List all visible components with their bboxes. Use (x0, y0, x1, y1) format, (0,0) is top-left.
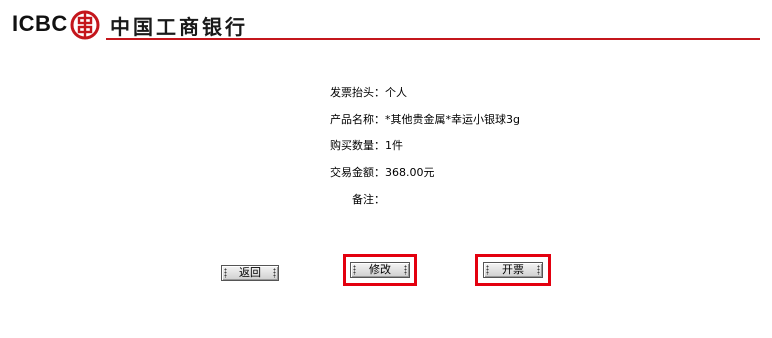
amount-value: 368.00元 (385, 166, 435, 179)
invoice-title-value: 个人 (385, 86, 407, 99)
quantity-value: 1件 (385, 139, 403, 152)
button-grip-left (224, 268, 227, 278)
button-grip-left (353, 265, 356, 275)
header-divider (106, 38, 760, 40)
button-grip-left (486, 265, 489, 275)
back-button-label: 返回 (239, 266, 261, 279)
icbc-logo-text: ICBC (12, 11, 68, 36)
button-grip-right (537, 265, 540, 275)
modify-button[interactable]: 修改 (350, 262, 410, 278)
back-button[interactable]: 返回 (221, 265, 279, 281)
note-row: 备注： (352, 191, 385, 207)
button-grip-right (404, 265, 407, 275)
issue-invoice-button[interactable]: 开票 (483, 262, 543, 278)
page-header: ICBC 中国工商银行 (0, 0, 772, 40)
issue-invoice-button-label: 开票 (502, 263, 524, 276)
note-label: 备注： (352, 193, 385, 206)
product-name-row: 产品名称：*其他贵金属*幸运小银球3g (330, 111, 520, 127)
icbc-seal-icon (70, 10, 100, 40)
bank-name: 中国工商银行 (110, 15, 248, 39)
product-name-label: 产品名称： (330, 113, 385, 126)
invoice-title-label: 发票抬头： (330, 86, 385, 99)
invoice-title-row: 发票抬头：个人 (330, 84, 407, 100)
product-name-value: *其他贵金属*幸运小银球3g (385, 113, 520, 126)
button-grip-right (273, 268, 276, 278)
modify-button-label: 修改 (369, 263, 391, 276)
amount-label: 交易金额： (330, 166, 385, 179)
quantity-label: 购买数量： (330, 139, 385, 152)
amount-row: 交易金额：368.00元 (330, 164, 435, 180)
quantity-row: 购买数量：1件 (330, 137, 403, 153)
